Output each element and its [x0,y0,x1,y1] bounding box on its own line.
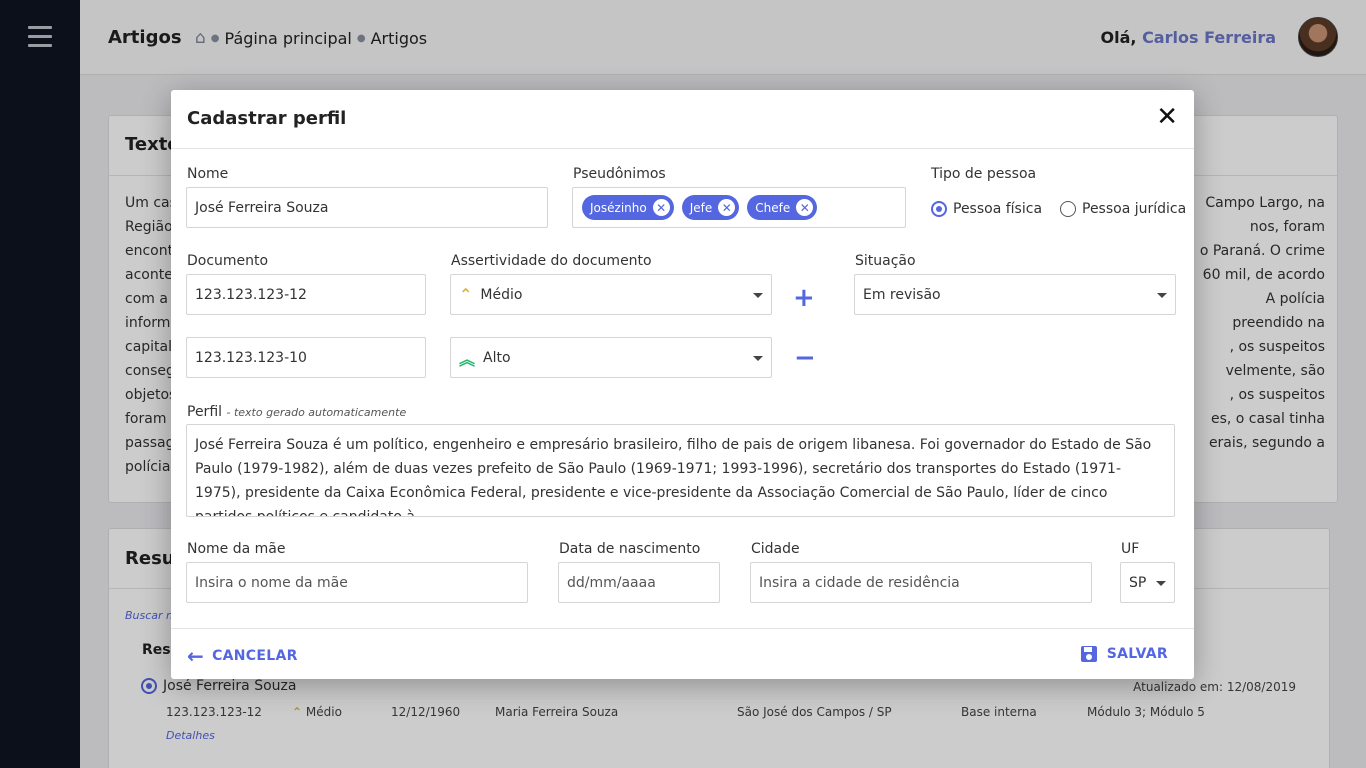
uf-label: UF [1121,541,1140,557]
chevron-down-icon [753,356,763,361]
chip-label: Chefe [755,200,791,215]
perfil-label-text: Perfil [187,404,223,420]
uf-value: SP [1129,574,1147,591]
add-document-icon[interactable]: + [793,285,815,311]
medium-chevron-icon: ⌃ [459,285,473,304]
chevron-down-icon [753,293,763,298]
save-label: SALVAR [1106,646,1168,662]
tipo-pessoa-label: Tipo de pessoa [931,166,1037,182]
nome-input[interactable]: José Ferreira Souza [186,187,548,228]
nome-mae-input[interactable]: Insira o nome da mãe [186,562,528,603]
radio-dot [931,201,947,217]
pseudonimos-input[interactable]: Josézinho ✕ Jefe ✕ Chefe ✕ [572,187,906,228]
modal-footer: ← CANCELAR SALVAR [171,628,1194,679]
chevron-down-icon [1156,581,1166,586]
radio-pessoa-juridica[interactable]: Pessoa jurídica [1060,201,1186,217]
pseudonimo-chip: Jefe ✕ [681,195,740,220]
remove-document-icon[interactable]: − [794,345,816,371]
documento-label: Documento [187,253,269,269]
cidade-label: Cidade [751,541,800,557]
data-nascimento-label: Data de nascimento [559,541,701,557]
chip-label: Josézinho [590,200,647,215]
chip-remove-icon[interactable]: ✕ [652,199,670,216]
documento-input[interactable]: 123.123.123-12 [186,274,426,315]
perfil-label: Perfil - texto gerado automaticamente [187,404,406,420]
pseudonimos-label: Pseudônimos [573,166,666,182]
radio-pessoa-fisica[interactable]: Pessoa física [931,201,1042,217]
chip-label: Jefe [689,200,713,215]
cancel-label: CANCELAR [212,648,298,664]
assertividade-value-2: Alto [483,349,511,366]
pseudonimo-chip: Josézinho ✕ [582,195,674,220]
assertividade-select-2[interactable]: ︽ Alto [450,337,772,378]
data-nascimento-input[interactable]: dd/mm/aaaa [558,562,720,603]
arrow-left-icon: ← [187,644,205,668]
situacao-value: Em revisão [863,286,941,303]
documento-input-2[interactable]: 123.123.123-10 [186,337,426,378]
save-disk-icon [1080,646,1097,662]
chip-remove-icon[interactable]: ✕ [796,199,814,216]
save-button[interactable]: SALVAR [1080,646,1168,662]
modal-title: Cadastrar perfil [187,108,347,129]
cidade-input[interactable]: Insira a cidade de residência [750,562,1092,603]
assertividade-label: Assertividade do documento [451,253,652,269]
close-icon[interactable]: ✕ [1156,104,1178,130]
assertividade-select[interactable]: ⌃ Médio [450,274,772,315]
radio-label: Pessoa jurídica [1082,201,1187,217]
situacao-label: Situação [855,253,916,269]
chevron-down-icon [1157,293,1167,298]
register-profile-modal: Cadastrar perfil ✕ Nome José Ferreira So… [171,90,1194,679]
chip-remove-icon[interactable]: ✕ [718,199,736,216]
pseudonimo-chip: Chefe ✕ [747,195,818,220]
situacao-select[interactable]: Em revisão [854,274,1176,315]
assertividade-value: Médio [480,286,523,303]
uf-select[interactable]: SP [1120,562,1175,603]
radio-dot [1060,201,1076,217]
modal-header: Cadastrar perfil ✕ [171,90,1194,149]
nome-mae-label: Nome da mãe [187,541,286,557]
perfil-textarea[interactable]: José Ferreira Souza é um político, engen… [186,424,1175,517]
perfil-hint: - texto gerado automaticamente [226,406,407,419]
cancel-button[interactable]: ← CANCELAR [187,646,298,666]
radio-label: Pessoa física [953,201,1043,217]
nome-label: Nome [187,166,229,182]
high-double-chevron-icon: ︽ [459,349,476,369]
